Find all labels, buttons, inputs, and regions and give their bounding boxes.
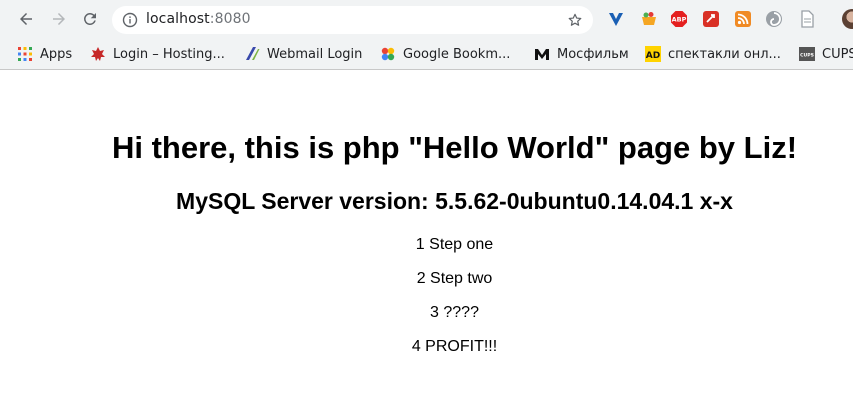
swirl-icon[interactable] [765,10,783,28]
apps-grid-icon [17,46,33,62]
svg-text:CUPS: CUPS [800,53,814,59]
address-bar[interactable]: localhost:8080 [112,6,593,34]
bookmark-label: Google Bookm... [403,46,511,62]
back-button[interactable] [14,7,38,31]
back-arrow-icon [20,13,32,25]
bookmark-apps[interactable]: Apps [17,44,72,64]
url-text[interactable]: localhost:8080 [146,11,251,27]
bookmark-label: Мосфильм [557,46,629,62]
bookmark-label: Apps [40,46,73,62]
bookmark-star-icon[interactable] [567,12,583,28]
rss-icon[interactable] [734,10,752,28]
step-item: 3 ???? [430,304,479,321]
red-badge-icon[interactable] [702,10,720,28]
webmail-icon [244,46,260,62]
bookmark-label: CUPS [822,46,853,62]
step-item: 4 PROFIT!!! [411,338,498,355]
bookmark-mosfilm[interactable]: Мосфильм [534,44,629,64]
page-title: Hi there, this is php "Hello World" page… [111,130,798,165]
step-item: 2 Step two [416,270,493,287]
url-host: localhost [146,11,210,27]
url-port: :8080 [209,11,251,27]
page-content: Hi there, this is php "Hello World" page… [0,71,853,414]
svg-text:AD: AD [646,51,660,61]
bookmark-login-hosting[interactable]: Login – Hosting... [90,44,225,64]
reload-button[interactable] [78,7,102,31]
bookmark-spektakli[interactable]: AD спектакли онл... [645,44,781,64]
bookmark-cups[interactable]: CUPS CUPS [799,44,853,64]
forward-button[interactable] [47,7,71,31]
steps-list: 1 Step one 2 Step two 3 ???? 4 PROFIT!!! [0,235,853,371]
google-bookmarks-icon [380,46,396,62]
svg-text:ABP: ABP [672,16,687,24]
bookmark-label: спектакли онл... [668,46,781,62]
bookmark-google-bookmarks[interactable]: Google Bookm... [380,44,510,64]
bookmarks-bar: Apps Login – Hosting... Webmail Login Go… [0,38,853,70]
bookmark-label: Login – Hosting... [113,46,225,62]
bookmark-label: Webmail Login [267,46,363,62]
browser-toolbar: localhost:8080 ABP [0,0,853,38]
v-shield-icon[interactable] [607,10,625,28]
mysql-version-heading: MySQL Server version: 5.5.62-0ubuntu0.14… [176,188,733,214]
basket-icon[interactable] [640,10,658,28]
forward-arrow-icon [53,13,65,25]
profile-avatar[interactable] [842,9,853,29]
reload-icon [84,12,96,25]
bookmark-webmail-login[interactable]: Webmail Login [244,44,362,64]
hosting-leaf-icon [90,46,106,62]
step-item: 1 Step one [415,236,494,253]
page-icon[interactable] [798,10,816,28]
cups-icon: CUPS [799,46,815,62]
ad-icon: AD [645,46,661,62]
adblock-plus-icon[interactable]: ABP [670,10,688,28]
mosfilm-icon [534,46,550,62]
info-icon[interactable] [122,12,138,28]
